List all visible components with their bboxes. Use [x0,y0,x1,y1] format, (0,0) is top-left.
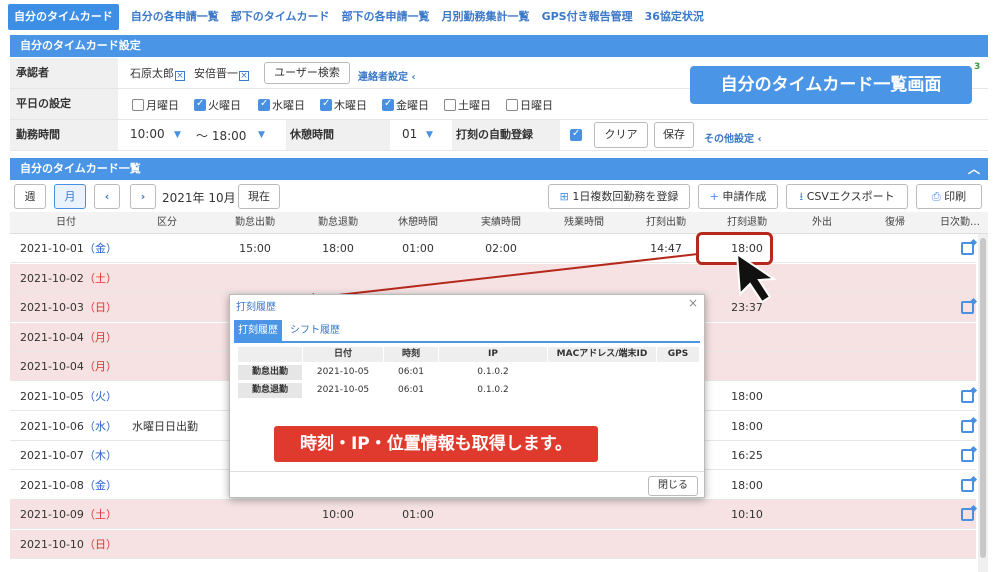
modal-col-gps: GPS [657,347,699,362]
close-icon[interactable]: × [688,296,698,310]
modal-row-label: 勤怠出勤 [238,365,302,380]
modal-col-ip: IP [439,347,547,362]
stamp-history-modal: 打刻履歴 × 打刻履歴 シフト履歴 日付 時刻 IP MACアドレス/端末ID … [229,294,705,498]
modal-cell-time: 06:01 [398,367,424,377]
modal-cell-ip: 0.1.0.2 [477,385,509,395]
tab-stamp-history[interactable]: 打刻履歴 [234,320,282,341]
tab-shift-history[interactable]: シフト履歴 [286,320,344,341]
modal-row-label: 勤怠退勤 [238,383,302,398]
modal-close-button[interactable]: 閉じる [648,476,698,496]
modal-cell-date: 2021-10-05 [316,385,370,395]
modal-title: 打刻履歴 [236,302,276,313]
modal-footer: 閉じる [230,471,704,498]
pointer-line [311,253,699,299]
modal-col-mac: MACアドレス/端末ID [548,347,656,362]
modal-cell-ip: 0.1.0.2 [477,367,509,377]
modal-col-blank [238,347,302,362]
info-callout: 時刻・IP・位置情報も取得します。 [274,426,598,462]
modal-col-date: 日付 [303,347,383,362]
modal-col-time: 時刻 [384,347,438,362]
mouse-cursor-icon [735,252,777,304]
modal-cell-time: 06:01 [398,385,424,395]
modal-tabs: 打刻履歴 シフト履歴 [234,320,700,343]
modal-cell-date: 2021-10-05 [316,367,370,377]
